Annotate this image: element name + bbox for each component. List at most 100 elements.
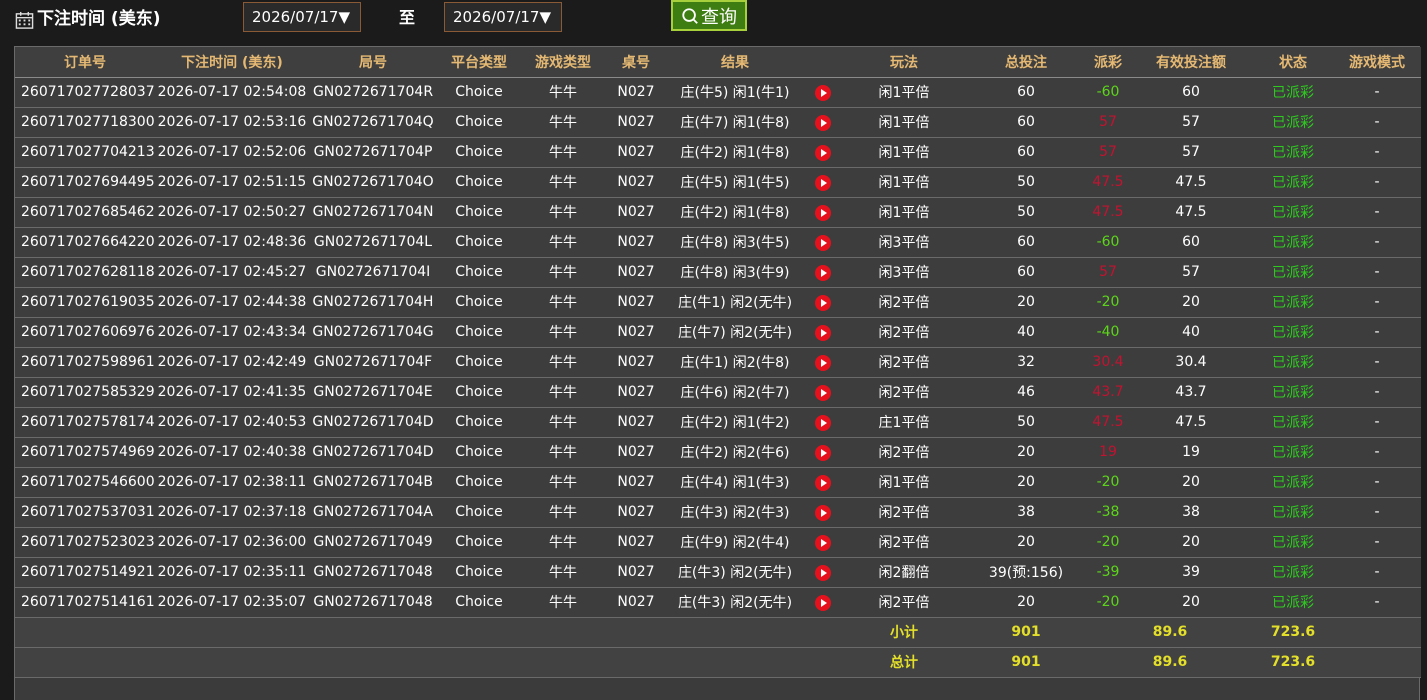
order-id-cell: 260717027685462 [15,197,155,228]
play-video-icon[interactable] [815,594,831,611]
payout-cell: -20 [1087,467,1129,498]
play-type-cell: 闲2平倍 [843,527,965,558]
platform-cell: Choice [437,437,521,468]
valid-bet-cell: 20 [1129,467,1253,498]
total-bet-cell: 38 [965,497,1087,528]
bet-time-cell: 2026-07-17 02:50:27 [155,197,309,228]
order-id-cell: 260717027523023 [15,527,155,558]
order-id-cell: 260717027718300 [15,107,155,138]
play-type-cell: 闲2平倍 [843,347,965,378]
col-game-type: 游戏类型 [521,47,605,78]
table-no-cell: N027 [605,257,667,288]
order-id-cell: 260717027664220 [15,227,155,258]
platform-cell: Choice [437,497,521,528]
table-no-cell: N027 [605,107,667,138]
round-id-cell: GN0272671704O [309,167,437,198]
play-video-icon[interactable] [815,84,831,101]
col-total-bet: 总投注 [965,47,1087,78]
game-mode-cell: - [1333,347,1421,378]
bet-time-cell: 2026-07-17 02:40:38 [155,437,309,468]
order-id-cell: 260717027628118 [15,257,155,288]
game-type-cell: 牛牛 [521,587,605,618]
bet-time-cell: 2026-07-17 02:38:11 [155,467,309,498]
payout-cell: 57 [1087,137,1129,168]
table-row: 260717027704213 2026-07-17 02:52:06 GN0272… [15,137,1421,168]
video-replay-cell [803,407,843,438]
table-no-cell: N027 [605,77,667,108]
play-video-icon[interactable] [815,384,831,401]
play-video-icon[interactable] [815,204,831,221]
platform-cell: Choice [437,527,521,558]
round-id-cell: GN0272671704Q [309,107,437,138]
valid-bet-cell: 60 [1129,227,1253,258]
platform-cell: Choice [437,77,521,108]
total-bet-cell: 20 [965,587,1087,618]
play-video-icon[interactable] [815,504,831,521]
game-type-cell: 牛牛 [521,407,605,438]
play-video-icon[interactable] [815,414,831,431]
payout-cell: 47.5 [1087,197,1129,228]
order-id-cell: 260717027546600 [15,467,155,498]
game-type-cell: 牛牛 [521,527,605,558]
status-cell: 已派彩 [1253,377,1333,408]
play-video-icon[interactable] [815,534,831,551]
game-type-cell: 牛牛 [521,467,605,498]
table-no-cell: N027 [605,377,667,408]
video-replay-cell [803,197,843,228]
play-video-icon[interactable] [815,144,831,161]
game-type-cell: 牛牛 [521,377,605,408]
status-cell: 已派彩 [1253,557,1333,588]
status-cell: 已派彩 [1253,167,1333,198]
col-valid-bet: 有效投注额 [1129,47,1253,78]
play-video-icon[interactable] [815,444,831,461]
play-video-icon[interactable] [815,564,831,581]
play-video-icon[interactable] [815,174,831,191]
result-cell: 庄(牛4) 闲1(牛3) [667,467,803,498]
table-no-cell: N027 [605,467,667,498]
total-bet-cell: 20 [965,527,1087,558]
play-video-icon[interactable] [815,234,831,251]
play-type-cell: 闲2平倍 [843,287,965,318]
play-video-icon[interactable] [815,474,831,491]
table-no-cell: N027 [605,197,667,228]
video-replay-cell [803,347,843,378]
bet-time-label: 下注时间 (美东) [37,9,161,29]
date-to-select[interactable]: 2026/07/17▼ [444,2,562,32]
game-type-cell: 牛牛 [521,197,605,228]
play-video-icon[interactable] [815,294,831,311]
table-row: 260717027685462 2026-07-17 02:50:27 GN0272… [15,197,1421,228]
round-id-cell: GN0272671704I [309,257,437,288]
table-row: 260717027694495 2026-07-17 02:51:15 GN0272… [15,167,1421,198]
query-button[interactable]: 查询 [671,0,747,31]
video-replay-cell [803,317,843,348]
play-video-icon[interactable] [815,114,831,131]
subtotal-valid: 723.6 [1253,617,1333,648]
valid-bet-cell: 40 [1129,317,1253,348]
payout-cell: -20 [1087,527,1129,558]
payout-cell: -20 [1087,287,1129,318]
game-type-cell: 牛牛 [521,257,605,288]
status-cell: 已派彩 [1253,197,1333,228]
play-video-icon[interactable] [815,264,831,281]
order-id-cell: 260717027537031 [15,497,155,528]
table-row: 260717027628118 2026-07-17 02:45:27 GN0272… [15,257,1421,288]
order-id-cell: 260717027704213 [15,137,155,168]
platform-cell: Choice [437,467,521,498]
game-mode-cell: - [1333,287,1421,318]
table-no-cell: N027 [605,527,667,558]
play-video-icon[interactable] [815,354,831,371]
table-row: 260717027537031 2026-07-17 02:37:18 GN0272… [15,497,1421,528]
table-no-cell: N027 [605,347,667,378]
table-row: 260717027619035 2026-07-17 02:44:38 GN0272… [15,287,1421,318]
payout-cell: -60 [1087,227,1129,258]
play-video-icon[interactable] [815,324,831,341]
bet-time-cell: 2026-07-17 02:35:07 [155,587,309,618]
total-bet-cell: 50 [965,197,1087,228]
payout-cell: -60 [1087,77,1129,108]
game-mode-cell: - [1333,527,1421,558]
game-type-cell: 牛牛 [521,227,605,258]
date-from-select[interactable]: 2026/07/17▼ [243,2,361,32]
total-bet-cell: 20 [965,437,1087,468]
round-id-cell: GN0272671704A [309,497,437,528]
status-cell: 已派彩 [1253,257,1333,288]
